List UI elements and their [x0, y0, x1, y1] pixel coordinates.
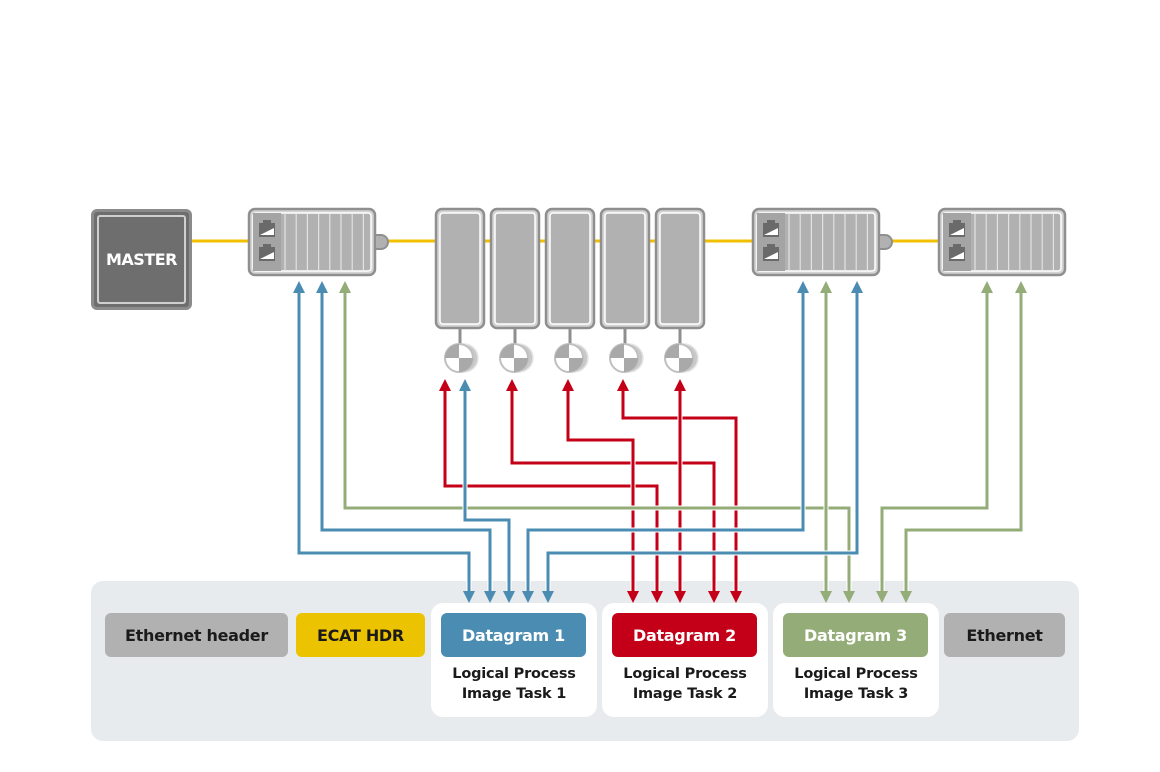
- servo-drive-5: [654, 207, 706, 373]
- port-tab: [263, 244, 271, 248]
- arrowhead-down-icon: [730, 591, 742, 603]
- diagram-graphics: [192, 207, 1067, 603]
- motor-icon: [664, 343, 699, 373]
- arrowhead-up-icon: [674, 379, 686, 391]
- arrowhead-up-icon: [339, 281, 351, 293]
- drive-inner: [549, 212, 591, 325]
- servo-drive-4: [599, 207, 651, 373]
- arrowhead-down-icon: [522, 591, 534, 603]
- arrowhead-down-icon: [820, 591, 832, 603]
- io-terminal-3: [937, 207, 1067, 277]
- port-tab: [767, 220, 775, 224]
- arrowhead-down-icon: [674, 591, 686, 603]
- arrowhead-down-icon: [484, 591, 496, 603]
- ethercat-diagram: Ethernet header ECAT HDR Datagram 1 Data…: [0, 0, 1160, 772]
- connection-task2: [439, 379, 663, 603]
- drive-inner: [604, 212, 646, 325]
- master-label: MASTER: [97, 215, 186, 304]
- arrowhead-up-icon: [981, 281, 993, 293]
- drive-inner: [659, 212, 701, 325]
- servo-drive-1: [434, 207, 486, 373]
- arrowhead-up-icon: [617, 379, 629, 391]
- servo-drive-3: [544, 207, 596, 373]
- arrowhead-up-icon: [459, 379, 471, 391]
- arrowhead-up-icon: [797, 281, 809, 293]
- servo-drive-2: [489, 207, 541, 373]
- arrowhead-up-icon: [316, 281, 328, 293]
- motor-icon: [499, 343, 534, 373]
- arrowhead-down-icon: [503, 591, 515, 603]
- motor-quadrant-tl: [610, 344, 624, 358]
- connection-task3: [900, 281, 1027, 603]
- io-terminal-2: [751, 207, 893, 277]
- wire-line: [904, 291, 1023, 593]
- connection-task3: [876, 281, 993, 603]
- arrowhead-down-icon: [900, 591, 912, 603]
- arrowhead-up-icon: [1015, 281, 1027, 293]
- arrowhead-down-icon: [876, 591, 888, 603]
- port-tab: [263, 220, 271, 224]
- arrowhead-down-icon: [463, 591, 475, 603]
- wire-line: [880, 291, 989, 593]
- connection-task2: [506, 379, 720, 603]
- arrowhead-up-icon: [293, 281, 305, 293]
- arrowhead-down-icon: [542, 591, 554, 603]
- wire-line: [463, 389, 511, 593]
- arrowhead-up-icon: [506, 379, 518, 391]
- arrowhead-up-icon: [562, 379, 574, 391]
- devices-layer: [247, 207, 1067, 373]
- arrowhead-up-icon: [439, 379, 451, 391]
- arrowhead-down-icon: [843, 591, 855, 603]
- wire-halo: [903, 291, 1024, 593]
- arrowhead-down-icon: [627, 591, 639, 603]
- motor-icon: [609, 343, 644, 373]
- drive-inner: [494, 212, 536, 325]
- connection-task2: [674, 379, 686, 603]
- io-terminal-1: [247, 207, 389, 277]
- drive-inner: [439, 212, 481, 325]
- wire-halo: [462, 389, 512, 593]
- arrowhead-down-icon: [708, 591, 720, 603]
- port-tab: [953, 220, 961, 224]
- connection-task2: [562, 379, 639, 603]
- port-tab: [953, 244, 961, 248]
- bus-connector-plug: [878, 234, 893, 250]
- port-tab: [767, 244, 775, 248]
- motor-quadrant-tl: [555, 344, 569, 358]
- master-device: MASTER: [91, 209, 192, 310]
- motor-icon: [554, 343, 589, 373]
- arrowhead-up-icon: [851, 281, 863, 293]
- motor-quadrant-tl: [665, 344, 679, 358]
- arrowhead-up-icon: [820, 281, 832, 293]
- wires-layer: [293, 281, 1027, 603]
- motor-icon: [444, 343, 479, 373]
- wire-halo: [879, 291, 990, 593]
- arrowhead-down-icon: [651, 591, 663, 603]
- bus-connector-plug: [374, 234, 389, 250]
- motor-quadrant-tl: [500, 344, 514, 358]
- motor-quadrant-tl: [445, 344, 459, 358]
